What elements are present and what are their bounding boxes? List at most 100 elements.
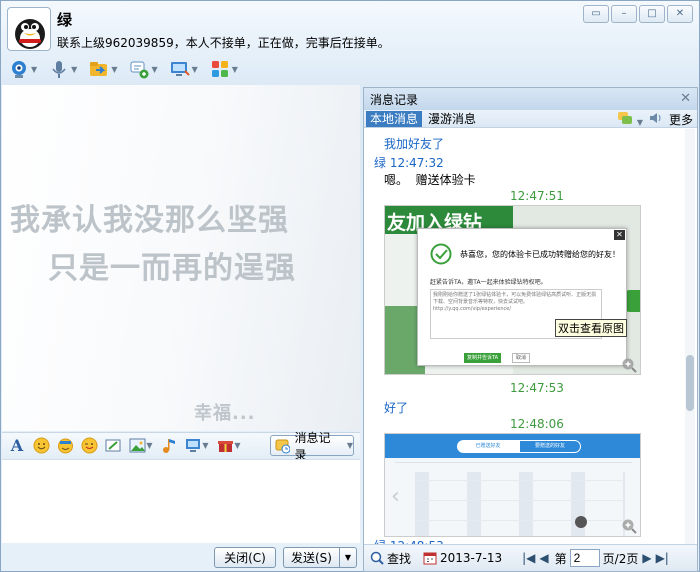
history-tabs: 本地消息 漫游消息 ▼ 更多 [364, 110, 697, 128]
smiley-icon [33, 437, 49, 454]
chevron-down-icon: ▼ [31, 64, 38, 74]
close-window-button[interactable]: ✕ [667, 5, 693, 23]
close-button[interactable]: 关闭(C) [214, 547, 276, 568]
doodle-button[interactable] [160, 437, 178, 455]
skin-button[interactable]: ▭ [583, 5, 609, 23]
message-time: 12:47:51 [510, 189, 564, 203]
window-controls: ▭ – □ ✕ [583, 5, 693, 23]
tab-local-messages[interactable]: 本地消息 [366, 110, 423, 127]
zoom-in-icon[interactable] [621, 357, 637, 373]
font-icon: A [10, 436, 24, 455]
message-time: 12:48:06 [510, 417, 564, 431]
chevron-down-icon: ▼ [202, 441, 209, 450]
close-icon: ✕ [675, 8, 685, 19]
dialog-cancel-button: 取消 [512, 353, 530, 363]
image-tab-to-send: 要赠送的好友 [519, 440, 581, 453]
background-text-line1: 我承认我没那么坚强 [10, 203, 289, 238]
gift-button[interactable]: ▼ [216, 437, 242, 455]
message-text: 好了 [384, 401, 409, 415]
history-scrollbar[interactable] [685, 129, 695, 545]
message-history-button[interactable]: 消息记录 ▼ [270, 431, 354, 462]
message-history-label: 消息记录 [294, 430, 331, 462]
more-button[interactable]: 更多 [669, 111, 693, 128]
avatar[interactable] [7, 7, 51, 51]
page-prefix: 第 [554, 551, 567, 566]
sound-button[interactable] [649, 111, 663, 128]
contact-signature: 联系上级962039859，本人不接单，正在做，完事后在接单。 [57, 36, 390, 50]
screen-capture-button[interactable]: ▼ [184, 437, 210, 455]
scissors-screenshot-icon [105, 439, 120, 452]
chevron-down-icon: ▼ [146, 441, 153, 450]
history-title: 消息记录 [370, 92, 419, 107]
chevron-down-icon: ▼ [231, 64, 238, 74]
chevron-down-icon: ▼ [636, 118, 643, 127]
send-options-button[interactable]: ▼ [339, 547, 357, 568]
search-icon [370, 551, 384, 565]
send-button[interactable]: 发送(S) [283, 547, 339, 568]
webcam-icon [9, 59, 29, 79]
message-history-panel: 消息记录 ✕ 本地消息 漫游消息 ▼ 更多 我加好友了 绿 12:47:32 嗯… [363, 87, 698, 572]
history-title-bar: 消息记录 ✕ [364, 88, 697, 110]
chevron-down-icon: ▼ [234, 441, 241, 450]
chevron-down-icon: ▼ [71, 64, 78, 74]
tab-roaming-messages[interactable]: 漫游消息 [424, 111, 480, 127]
history-view-button[interactable]: ▼ [617, 111, 643, 128]
group-chat-button[interactable]: ▼ [127, 58, 159, 80]
vip-emoji-button[interactable] [56, 437, 74, 455]
chevron-down-icon: ▼ [344, 553, 352, 562]
message-input[interactable] [2, 459, 360, 543]
video-call-button[interactable]: ▼ [7, 58, 39, 80]
image-button[interactable]: ▼ [128, 437, 154, 455]
first-page-button[interactable]: |◀ [522, 551, 535, 565]
view-original-tooltip: 双击查看原图 [555, 319, 627, 337]
message-time: 12:47:53 [510, 381, 564, 395]
vip-smiley-icon [57, 438, 73, 454]
voice-call-button[interactable]: ▼ [47, 58, 79, 80]
remote-desktop-button[interactable]: ▼ [168, 58, 200, 80]
date-picker-button[interactable]: 2013-7-13 [423, 551, 502, 565]
contact-name: 绿 [57, 11, 73, 29]
gift-icon [218, 441, 234, 452]
chevron-down-icon: ▼ [346, 441, 353, 450]
message-image[interactable]: 友加入绿钻 ✕ 恭喜您，您的体验卡已成功转赠给您的好友！ 赶紧告诉TA，邀TA一… [384, 205, 641, 375]
scrollbar-thumb[interactable] [686, 355, 694, 411]
page-number-input[interactable] [569, 549, 600, 567]
prev-page-button[interactable]: ◀ [539, 551, 548, 565]
emoji-button[interactable] [32, 437, 50, 455]
speaker-icon [649, 113, 661, 123]
font-button[interactable]: A [8, 436, 26, 455]
history-footer: 查找 2013-7-13 |◀ ◀ 第 页/2页 ▶ ▶| [364, 544, 697, 571]
search-history-button[interactable]: 查找 [370, 550, 411, 567]
close-history-button[interactable]: ✕ [680, 91, 691, 106]
maximize-button[interactable]: □ [639, 5, 665, 23]
dialog-subtitle: 赶紧告诉TA，邀TA一起来体验绿钻特权吧。 [430, 279, 547, 286]
prev-page-icon: ◀ [539, 551, 549, 565]
chevron-left-icon: ‹ [391, 484, 400, 509]
dialog-title: 恭喜您，您的体验卡已成功转赠给您的好友！ [460, 250, 620, 259]
microphone-icon [49, 59, 69, 79]
check-circle-icon [430, 243, 452, 265]
message-text: 嗯。 赠送体验卡 [384, 173, 476, 187]
chat-display-area[interactable]: 我承认我没那么坚强 只是一而再的逞强 幸福... [2, 85, 360, 431]
apps-grid-icon [210, 59, 230, 79]
page-suffix: 页/2页 [602, 551, 639, 566]
calendar-icon [423, 552, 437, 565]
message-image[interactable]: 已赠送好友 要赠送的好友 ‹ [384, 433, 641, 537]
last-page-button[interactable]: ▶| [656, 551, 669, 565]
minimize-button[interactable]: – [611, 5, 637, 23]
search-label: 查找 [387, 551, 412, 566]
zoom-in-icon[interactable] [621, 518, 637, 534]
screenshot-button[interactable] [104, 437, 122, 455]
apps-button[interactable]: ▼ [208, 58, 240, 80]
next-page-button[interactable]: ▶ [642, 551, 651, 565]
history-message-list[interactable]: 我加好友了 绿 12:47:32 嗯。 赠送体验卡 12:47:51 友加入绿钻… [364, 129, 684, 545]
history-tools: ▼ 更多 [617, 111, 693, 128]
copy-tell-button: 复制并告诉TA [464, 353, 502, 363]
folder-send-icon [89, 59, 109, 79]
send-file-button[interactable]: ▼ [87, 58, 119, 80]
minimize-icon: – [621, 8, 627, 19]
chat-view-icon [618, 112, 632, 124]
magic-emoji-button[interactable] [80, 437, 98, 455]
gift-success-dialog: ✕ 恭喜您，您的体验卡已成功转赠给您的好友！ 赶紧告诉TA，邀TA一起来体验绿钻… [417, 228, 627, 366]
chat-add-icon [129, 59, 149, 79]
